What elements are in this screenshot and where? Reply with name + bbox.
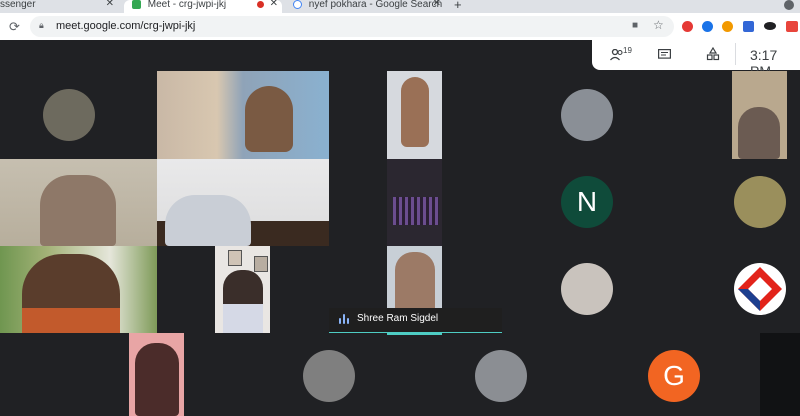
extension-blue-icon[interactable] [702, 21, 713, 32]
extension-eye-icon[interactable] [764, 22, 776, 30]
chat-icon[interactable] [658, 48, 672, 66]
participant-avatar [303, 350, 355, 402]
participant-tile-partial[interactable] [760, 333, 800, 416]
browser-toolbar: ⟳ 🔒︎ meet.google.com/crg-jwpi-jkj ■ ☆ [0, 13, 800, 41]
participant-video[interactable] [129, 333, 184, 416]
participant-tile[interactable] [442, 333, 559, 416]
participant-figure [165, 195, 251, 246]
keyboard [393, 197, 439, 225]
extension-gift-icon[interactable] [786, 21, 798, 32]
participant-video[interactable] [387, 71, 442, 159]
participant-video[interactable] [157, 159, 329, 246]
meet-top-controls: 19 3:17 PM [592, 40, 800, 79]
participant-avatar [734, 176, 786, 228]
participant-video[interactable] [215, 246, 270, 333]
active-speaker-name: Shree Ram Sigdel [357, 313, 439, 324]
audio-level-icon [339, 314, 351, 324]
participant-count: 19 [623, 46, 632, 55]
participants-icon[interactable] [610, 48, 623, 61]
browser-tab-strip: ssenger ✕ Meet - crg-jwpi-jkj ✕ nyef pok… [0, 0, 800, 13]
extension-save-icon[interactable] [743, 21, 754, 32]
participant-clothing [22, 308, 120, 333]
address-bar[interactable]: 🔒︎ meet.google.com/crg-jwpi-jkj ■ ☆ [30, 16, 674, 37]
participant-avatar-letter: N [561, 176, 613, 228]
participant-avatar [561, 89, 613, 141]
wall-frame [254, 256, 268, 272]
participant-tile[interactable] [732, 159, 787, 246]
wall-frame [228, 250, 242, 266]
tab-messenger[interactable]: ssenger ✕ [0, 0, 118, 13]
participant-logo-avatar [734, 263, 786, 315]
participant-tile[interactable] [502, 71, 672, 159]
participant-avatar [475, 350, 527, 402]
participant-video[interactable] [387, 159, 442, 246]
recording-dot-icon [257, 1, 264, 8]
new-tab-button[interactable]: + [454, 0, 462, 13]
participant-video[interactable] [732, 71, 787, 159]
google-favicon-icon [293, 0, 302, 9]
tab-close-icon[interactable]: ✕ [270, 0, 278, 9]
tab-title: Meet - crg-jwpi-jkj [147, 0, 227, 10]
participant-video[interactable] [0, 159, 157, 246]
participant-figure [40, 175, 116, 246]
participant-avatar-letter: G [648, 350, 700, 402]
meet-favicon-icon [132, 0, 141, 9]
lock-icon[interactable]: 🔒︎ [39, 20, 44, 31]
participant-tile[interactable] [0, 71, 157, 159]
bookmark-star-icon[interactable]: ☆ [653, 18, 664, 32]
participant-tile[interactable] [270, 333, 387, 416]
active-speaker-banner: Shree Ram Sigdel [329, 308, 502, 335]
tab-close-icon[interactable]: ✕ [106, 0, 114, 9]
participant-avatar [43, 89, 95, 141]
tab-title: nyef pokhara - Google Search [308, 0, 443, 10]
activities-icon[interactable] [706, 46, 720, 66]
participant-figure [738, 107, 780, 159]
url-text: meet.google.com/crg-jwpi-jkj [56, 20, 196, 32]
participant-clothing [223, 304, 263, 333]
participant-video[interactable] [0, 246, 157, 333]
reload-icon[interactable]: ⟳ [9, 19, 20, 35]
participant-tile[interactable] [502, 246, 672, 333]
participant-avatar [561, 263, 613, 315]
extension-fire-icon[interactable] [722, 21, 733, 32]
tab-search-icon[interactable] [784, 0, 794, 10]
tab-close-icon[interactable]: ✕ [433, 0, 441, 9]
participant-figure [135, 343, 179, 416]
tab-meet[interactable]: Meet - crg-jwpi-jkj ✕ [124, 0, 282, 13]
participant-figure [401, 77, 429, 147]
extension-red-icon[interactable] [682, 21, 693, 32]
participant-tile[interactable]: G [614, 333, 731, 416]
participant-figure [245, 86, 293, 152]
participant-tile[interactable]: N [502, 159, 672, 246]
tab-google-search[interactable]: nyef pokhara - Google Search ✕ [287, 0, 445, 13]
participant-video[interactable] [157, 71, 329, 159]
camera-icon[interactable]: ■ [632, 20, 638, 31]
divider [735, 43, 736, 65]
tab-title: ssenger [0, 0, 36, 10]
participant-tile[interactable] [732, 246, 787, 333]
